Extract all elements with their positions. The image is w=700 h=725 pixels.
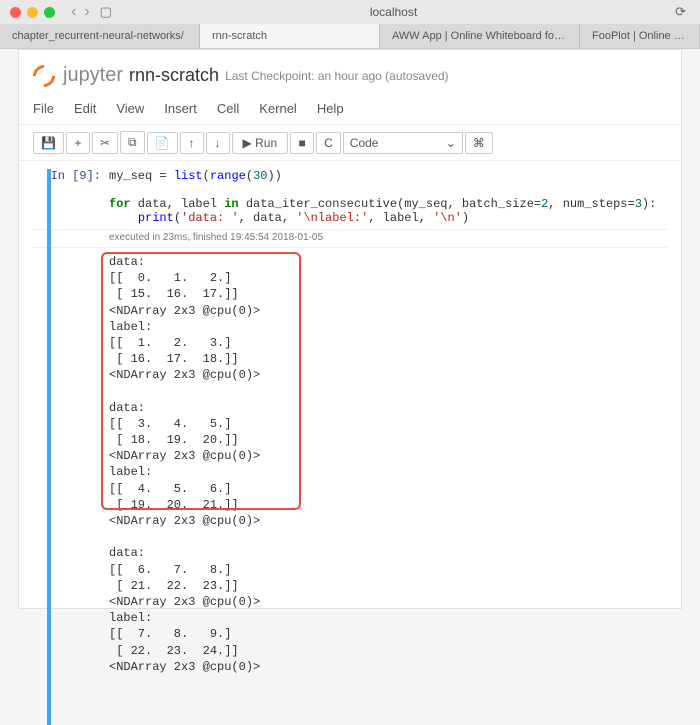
code-cell[interactable]: my_seq = list(range(30)) for data, label…	[109, 169, 656, 225]
menu-insert[interactable]: Insert	[164, 101, 197, 116]
restart-button[interactable]: C	[316, 132, 341, 154]
input-prompt: In [9]:	[33, 169, 109, 225]
celltype-label: Code	[350, 136, 379, 150]
paste-button[interactable]: 📄	[147, 132, 178, 154]
stop-button[interactable]: ■	[290, 132, 314, 154]
notebook-area: In [9]: my_seq = list(range(30)) for dat…	[19, 161, 681, 683]
menu-file[interactable]: File	[33, 101, 54, 116]
forward-button[interactable]: ›	[84, 3, 89, 21]
menubar: File Edit View Insert Cell Kernel Help	[19, 97, 681, 125]
maximize-icon[interactable]	[44, 7, 55, 18]
menu-help[interactable]: Help	[317, 101, 344, 116]
brand-label: jupyter	[63, 64, 123, 87]
back-button[interactable]: ‹	[71, 3, 76, 21]
browser-tabs: chapter_recurrent-neural-networks/ rnn-s…	[0, 24, 700, 48]
save-button[interactable]: 💾	[33, 132, 64, 154]
titlebar: ‹ › ▢ localhost ⟳	[0, 0, 700, 24]
output-wrap: data: [[ 0. 1. 2.] [ 15. 16. 17.]] <NDAr…	[33, 248, 667, 675]
address-bar[interactable]: localhost	[112, 5, 675, 19]
add-cell-button[interactable]: +	[66, 132, 90, 154]
copy-button[interactable]: ⧉	[120, 131, 145, 154]
browser-tab[interactable]: chapter_recurrent-neural-networks/	[0, 24, 200, 48]
notebook-name[interactable]: rnn-scratch	[129, 65, 219, 86]
move-down-button[interactable]: ↓	[206, 132, 230, 154]
browser-tab[interactable]: rnn-scratch	[200, 24, 380, 48]
reload-icon[interactable]: ⟳	[675, 4, 686, 20]
chevron-down-icon: ⌄	[446, 136, 456, 150]
last-checkpoint: Last Checkpoint: an hour ago (autosaved)	[225, 69, 448, 83]
jupyter-header: jupyter rnn-scratch Last Checkpoint: an …	[19, 60, 681, 97]
move-up-button[interactable]: ↑	[180, 132, 204, 154]
sidebar-icon[interactable]: ▢	[100, 4, 112, 20]
window-controls[interactable]	[10, 7, 55, 18]
menu-view[interactable]: View	[116, 101, 144, 116]
close-icon[interactable]	[10, 7, 21, 18]
run-button[interactable]: ▶ Run	[232, 132, 289, 154]
toolbar: 💾 + ✂ ⧉ 📄 ↑ ↓ ▶ Run ■ C Code ⌄ ⌘	[19, 125, 681, 161]
menu-cell[interactable]: Cell	[217, 101, 239, 116]
browser-tab[interactable]: AWW App | Online Whiteboard for Re...	[380, 24, 580, 48]
cut-button[interactable]: ✂	[92, 132, 118, 154]
highlight-box	[101, 252, 301, 510]
menu-kernel[interactable]: Kernel	[259, 101, 297, 116]
menu-edit[interactable]: Edit	[74, 101, 96, 116]
input-row: In [9]: my_seq = list(range(30)) for dat…	[33, 169, 667, 225]
minimize-icon[interactable]	[27, 7, 38, 18]
jupyter-logo-icon	[28, 60, 59, 91]
browser-tab[interactable]: FooPlot | Online gra	[580, 24, 700, 48]
command-palette-button[interactable]: ⌘	[465, 132, 493, 154]
celltype-select[interactable]: Code ⌄	[343, 132, 463, 154]
exec-info: executed in 23ms, finished 19:45:54 2018…	[33, 229, 667, 248]
browser-chrome: ‹ › ▢ localhost ⟳ chapter_recurrent-neur…	[0, 0, 700, 49]
jupyter-page: jupyter rnn-scratch Last Checkpoint: an …	[18, 49, 682, 609]
